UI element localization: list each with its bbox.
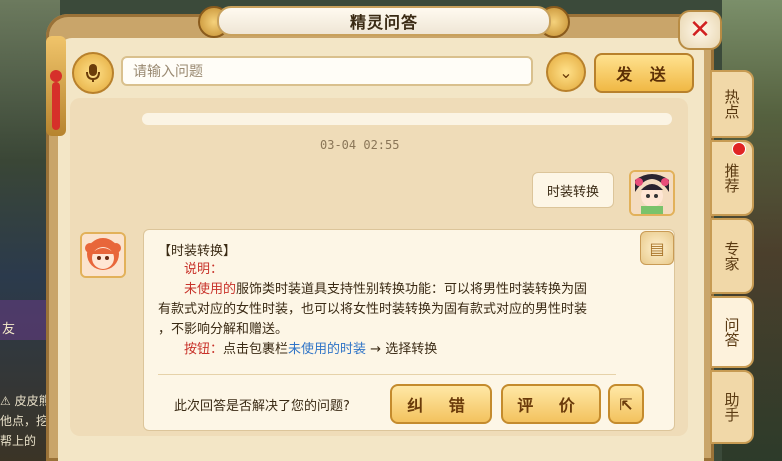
answer-desc-line: ，不影响分解和赠送。: [158, 322, 289, 337]
answer-title: 【时装转换】: [158, 244, 237, 259]
chevron-down-icon: ⌄: [559, 62, 573, 82]
answer-desc-label: 说明：: [184, 262, 224, 277]
decorative-knot: [50, 70, 62, 82]
rate-button[interactable]: 评 价: [501, 384, 601, 424]
history-dropdown-button[interactable]: ⌄: [546, 52, 586, 92]
answer-button-line: 按钮：点击包裹栏未使用的时装 → 选择转换: [184, 342, 438, 357]
report-error-button[interactable]: 纠 错: [390, 384, 492, 424]
tab-expert[interactable]: 专家: [710, 218, 754, 294]
send-button[interactable]: 发 送: [594, 53, 694, 93]
share-icon: ⇱: [619, 394, 633, 414]
answer-divider: [158, 374, 616, 375]
background-chat-text: ⚠ 皮皮熊: [0, 394, 51, 408]
background-chat-text: 帮上的: [0, 434, 37, 448]
tab-qa[interactable]: 问答: [710, 296, 754, 368]
assistant-avatar: [80, 232, 126, 278]
message-timestamp: 03-04 02:55: [320, 138, 400, 152]
background-chat-text: 他点，挖: [0, 414, 49, 428]
question-input[interactable]: 请输入问题: [121, 56, 533, 86]
decorative-tassel: [52, 82, 60, 130]
background-chat-text: 友: [2, 322, 16, 337]
share-button[interactable]: ⇱: [608, 384, 644, 424]
user-message-bubble: 时装转换: [532, 172, 614, 208]
dialog-title-text: 精灵问答: [349, 13, 418, 32]
answer-desc-line: 未使用的服饰类时装道具支持性别转换功能：可以将男性时装转换为固: [184, 282, 588, 297]
answer-desc-line: 有款式对应的女性时装，也可以将女性时装转换为固有款式对应的男性时装: [158, 302, 588, 317]
close-button[interactable]: ✕: [678, 10, 722, 50]
user-avatar: [629, 170, 675, 216]
close-icon: ✕: [689, 15, 711, 45]
book-icon[interactable]: ▤: [640, 231, 674, 265]
user-message-text: 时装转换: [546, 184, 599, 200]
question-input-placeholder: 请输入问题: [133, 64, 203, 80]
microphone-icon: [86, 64, 100, 82]
tab-assistant[interactable]: 助手: [710, 370, 754, 444]
tab-hot[interactable]: 热点: [710, 70, 754, 138]
notification-dot: [732, 142, 746, 156]
dialog-title: 精灵问答: [217, 6, 551, 36]
chat-scroll-indicator: [142, 113, 672, 125]
voice-input-button[interactable]: [72, 52, 114, 94]
feedback-question: 此次回答是否解决了您的问题?: [174, 399, 350, 414]
